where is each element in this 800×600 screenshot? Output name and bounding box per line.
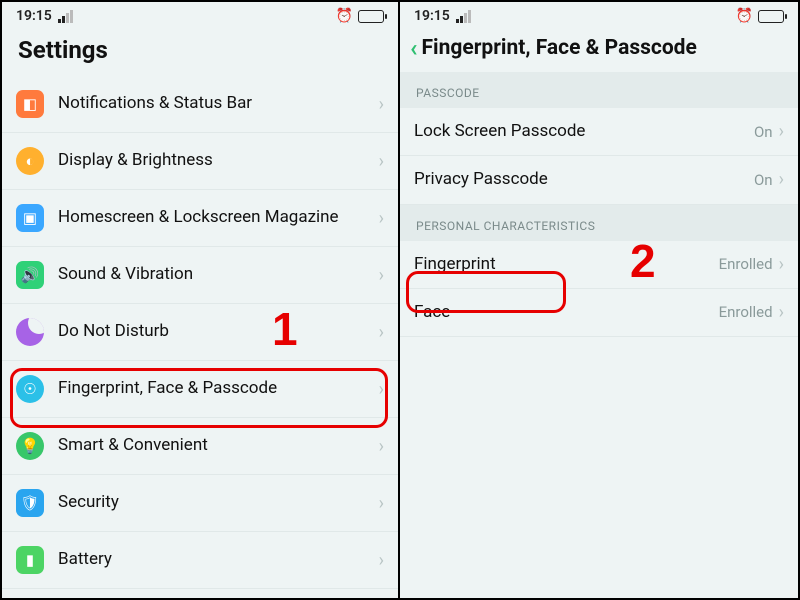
row-label: Fingerprint <box>414 254 719 275</box>
signal-icon <box>456 10 471 23</box>
settings-list: ◧ Notifications & Status Bar › ◐ Display… <box>2 76 398 589</box>
row-display[interactable]: ◐ Display & Brightness › <box>2 133 398 190</box>
display-icon: ◐ <box>16 147 44 175</box>
row-label: Face <box>414 302 719 323</box>
row-label: Fingerprint, Face & Passcode <box>58 378 379 399</box>
section-header-passcode: PASSCODE <box>400 72 798 108</box>
chevron-right-icon: › <box>779 169 784 190</box>
row-fingerprint-face-passcode[interactable]: ☉ Fingerprint, Face & Passcode › <box>2 361 398 418</box>
section-header-personal: PERSONAL CHARACTERISTICS <box>400 205 798 241</box>
signal-icon <box>58 10 73 23</box>
row-value: Enrolled <box>719 255 773 273</box>
row-label: Battery <box>58 549 379 570</box>
battery-icon <box>358 10 384 23</box>
status-time: 19:15 <box>16 8 52 24</box>
row-face[interactable]: Face Enrolled › <box>400 289 798 337</box>
status-bar: 19:15 ⏰ <box>2 2 398 26</box>
row-value: Enrolled <box>719 303 773 321</box>
dnd-icon <box>16 318 44 346</box>
row-dnd[interactable]: Do Not Disturb › <box>2 304 398 361</box>
homescreen-icon: ▣ <box>16 204 44 232</box>
row-notifications[interactable]: ◧ Notifications & Status Bar › <box>2 76 398 133</box>
chevron-right-icon: › <box>379 265 384 286</box>
status-right: ⏰ <box>736 8 784 24</box>
row-label: Do Not Disturb <box>58 321 379 342</box>
smart-icon: 💡 <box>16 432 44 460</box>
row-smart-convenient[interactable]: 💡 Smart & Convenient › <box>2 418 398 475</box>
row-label: Security <box>58 492 379 513</box>
row-label: Privacy Passcode <box>414 169 754 190</box>
battery-setting-icon: ▮ <box>16 546 44 574</box>
row-fingerprint[interactable]: Fingerprint Enrolled › <box>400 241 798 289</box>
chevron-right-icon: › <box>779 254 784 275</box>
chevron-right-icon: › <box>379 208 384 229</box>
security-icon: 🛡 <box>16 489 44 517</box>
row-homescreen[interactable]: ▣ Homescreen & Lockscreen Magazine › <box>2 190 398 247</box>
row-privacy-passcode[interactable]: Privacy Passcode On › <box>400 156 798 204</box>
alarm-icon: ⏰ <box>336 8 353 24</box>
chevron-right-icon: › <box>779 121 784 142</box>
settings-pane: 19:15 ⏰ Settings ◧ Notifications & Statu… <box>2 2 400 598</box>
chevron-right-icon: › <box>379 379 384 400</box>
fingerprint-pane: 19:15 ⏰ ‹ Fingerprint, Face & Passcode P… <box>400 2 798 598</box>
settings-header: Settings <box>2 26 398 76</box>
passcode-list: Lock Screen Passcode On › Privacy Passco… <box>400 108 798 205</box>
chevron-right-icon: › <box>379 493 384 514</box>
sound-icon: 🔊 <box>16 261 44 289</box>
chevron-right-icon: › <box>379 94 384 115</box>
battery-icon <box>758 10 784 23</box>
chevron-right-icon: › <box>779 302 784 323</box>
chevron-right-icon: › <box>379 436 384 457</box>
row-label: Sound & Vibration <box>58 264 379 285</box>
status-right: ⏰ <box>336 8 384 24</box>
fingerprint-icon: ☉ <box>16 375 44 403</box>
page-title: Settings <box>18 36 382 64</box>
page-title: Fingerprint, Face & Passcode <box>422 36 697 60</box>
personal-list: Fingerprint Enrolled › Face Enrolled › <box>400 241 798 338</box>
row-battery[interactable]: ▮ Battery › <box>2 532 398 589</box>
row-lock-screen-passcode[interactable]: Lock Screen Passcode On › <box>400 108 798 156</box>
row-value: On <box>754 171 773 189</box>
status-time: 19:15 <box>414 8 450 24</box>
alarm-icon: ⏰ <box>736 8 753 24</box>
notifications-icon: ◧ <box>16 90 44 118</box>
status-bar: 19:15 ⏰ <box>400 2 798 26</box>
row-security[interactable]: 🛡 Security › <box>2 475 398 532</box>
row-label: Display & Brightness <box>58 150 379 171</box>
row-label: Lock Screen Passcode <box>414 121 754 142</box>
row-label: Smart & Convenient <box>58 435 379 456</box>
row-value: On <box>754 123 773 141</box>
row-label: Notifications & Status Bar <box>58 93 379 114</box>
header-back[interactable]: ‹ Fingerprint, Face & Passcode <box>400 26 798 72</box>
tutorial-screenshot: 19:15 ⏰ Settings ◧ Notifications & Statu… <box>0 0 800 600</box>
chevron-right-icon: › <box>379 322 384 343</box>
status-left: 19:15 <box>16 8 73 24</box>
back-chevron-icon: ‹ <box>410 36 418 60</box>
chevron-right-icon: › <box>379 151 384 172</box>
row-label: Homescreen & Lockscreen Magazine <box>58 207 379 228</box>
chevron-right-icon: › <box>379 550 384 571</box>
status-left: 19:15 <box>414 8 471 24</box>
row-sound[interactable]: 🔊 Sound & Vibration › <box>2 247 398 304</box>
